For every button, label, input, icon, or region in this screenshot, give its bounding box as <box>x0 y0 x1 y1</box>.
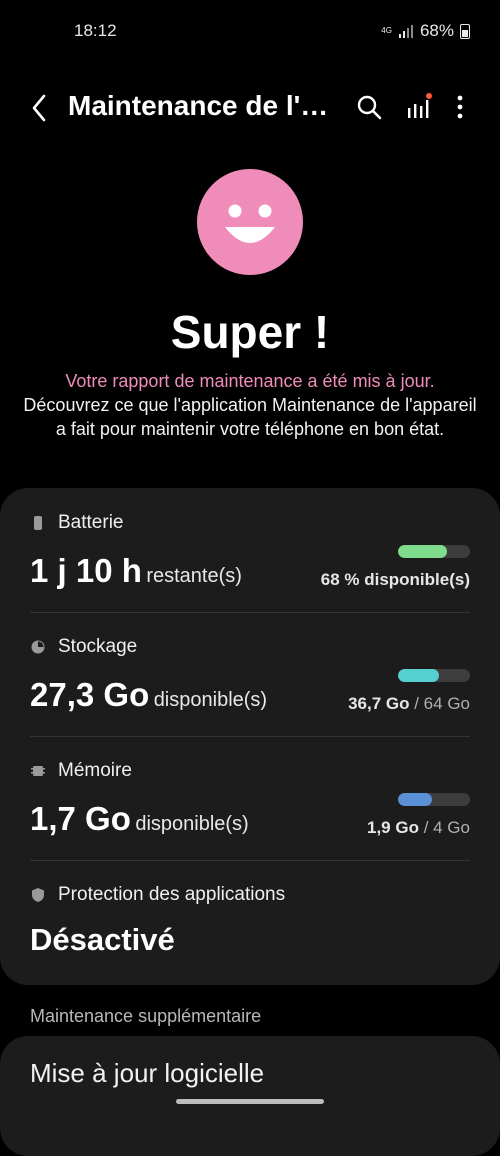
battery-value: 1 j 10 h <box>30 552 142 589</box>
battery-icon <box>34 516 42 530</box>
report-description: Découvrez ce que l'application Maintenan… <box>23 395 477 439</box>
signal-icon <box>398 25 413 38</box>
report-icon[interactable] <box>404 92 434 122</box>
memory-bar-fill <box>398 793 433 806</box>
status-time: 18:12 <box>74 21 117 40</box>
battery-info: 68 % disponible(s) <box>320 570 470 589</box>
home-indicator <box>176 1099 324 1104</box>
storage-info: 36,7 Go / 64 Go <box>348 694 470 714</box>
battery-icon <box>460 23 470 39</box>
storage-label: Stockage <box>58 636 138 657</box>
status-bar: 18:12 4G 68% <box>0 0 500 60</box>
storage-icon <box>31 640 45 654</box>
software-update-label: Mise à jour logicielle <box>30 1058 265 1088</box>
page-title: Maintenance de l'appareil <box>68 90 338 121</box>
shield-icon <box>32 888 44 902</box>
memory-info: 1,9 Go / 4 Go <box>367 818 470 838</box>
divider <box>30 736 470 737</box>
battery-bar-fill <box>398 545 447 558</box>
memory-bar <box>398 793 470 806</box>
status-headline: Super ! <box>170 306 330 358</box>
storage-total: / 64 Go <box>414 694 470 713</box>
report-updated-text: Votre rapport de maintenance a été mis à… <box>65 371 435 391</box>
memory-total: / 4 Go <box>423 818 470 837</box>
smiley-face-icon <box>197 169 303 275</box>
storage-bar <box>398 669 470 682</box>
storage-unit: disponible(s) <box>153 689 268 711</box>
battery-section[interactable]: Batterie 1 j 10 h restante(s) 68 % dispo… <box>30 512 470 612</box>
status-icons: 4G 68% <box>381 21 470 41</box>
battery-bar <box>398 545 470 558</box>
storage-bar-fill <box>398 669 440 682</box>
divider <box>30 612 470 613</box>
app-bar: Maintenance de l'appareil <box>0 80 500 136</box>
storage-value: 27,3 Go <box>30 676 150 713</box>
app-protection-status: Désactivé <box>30 922 175 957</box>
additional-maintenance-header: Maintenance supplémentaire <box>30 1006 262 1026</box>
report-subtitle: Votre rapport de maintenance a été mis à… <box>20 369 480 441</box>
app-protection-label: Protection des applications <box>58 884 286 905</box>
memory-section[interactable]: Mémoire 1,7 Go disponible(s) 1,9 Go / 4 … <box>30 760 470 860</box>
memory-label: Mémoire <box>58 760 132 781</box>
storage-used: 36,7 Go <box>348 694 410 713</box>
storage-section[interactable]: Stockage 27,3 Go disponible(s) 36,7 Go /… <box>30 636 470 736</box>
search-icon[interactable] <box>354 92 384 122</box>
divider <box>30 860 470 861</box>
memory-chip-icon <box>31 766 45 776</box>
memory-unit: disponible(s) <box>135 813 249 835</box>
memory-used: 1,9 Go <box>366 818 419 837</box>
battery-label: Batterie <box>58 512 124 533</box>
more-icon[interactable] <box>450 92 470 122</box>
back-icon[interactable] <box>24 90 56 126</box>
battery-unit: restante(s) <box>146 565 242 587</box>
memory-value: 1,7 Go <box>30 800 131 837</box>
maintenance-card: Batterie 1 j 10 h restante(s) 68 % dispo… <box>0 488 500 985</box>
network-4g-icon: 4G <box>381 26 392 35</box>
battery-percent: 68% <box>419 21 454 40</box>
app-protection-section[interactable]: Protection des applications Désactivé <box>30 884 470 974</box>
software-update-item[interactable]: Mise à jour logicielle <box>0 1036 500 1156</box>
